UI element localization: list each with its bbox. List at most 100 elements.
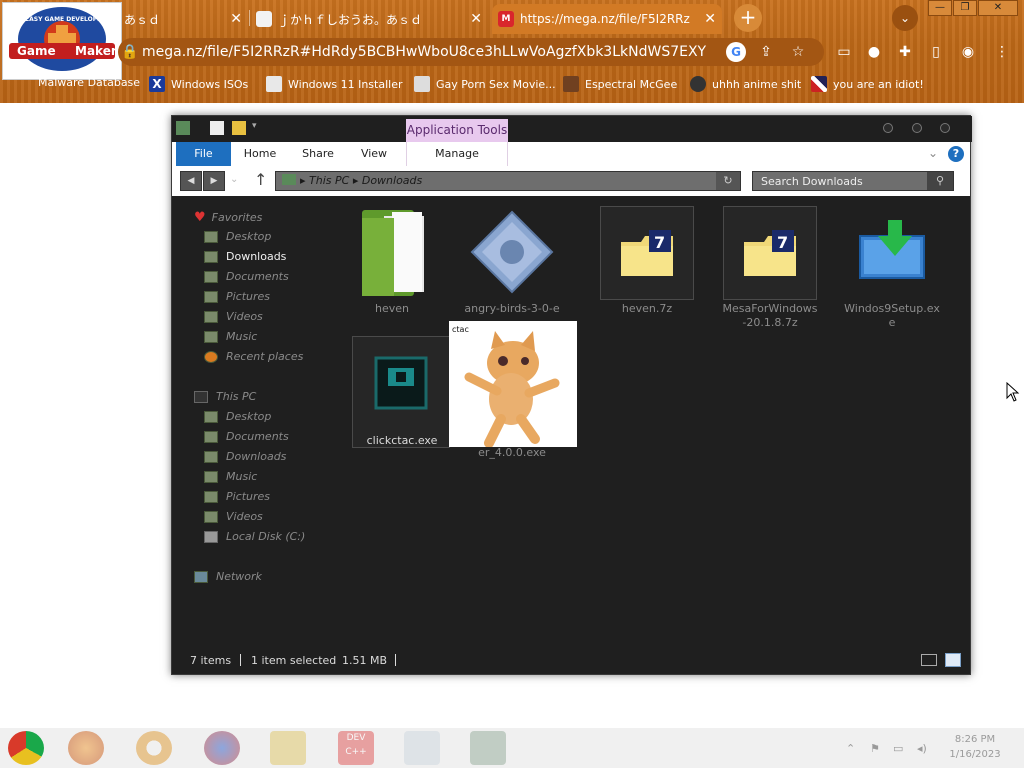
forward-button[interactable]: ▶ xyxy=(203,171,225,191)
lock-icon[interactable]: 🔒 xyxy=(120,42,140,62)
chevron-down-icon[interactable]: ⌄ xyxy=(928,146,938,160)
properties-icon[interactable] xyxy=(210,121,224,135)
bookmark-windows-11-installer[interactable]: Windows 11 Installer xyxy=(266,76,403,92)
dev-cpp-taskbar-icon[interactable]: DEV C++ xyxy=(338,731,374,765)
start-button[interactable] xyxy=(8,731,44,765)
details-view-icon[interactable] xyxy=(921,654,937,666)
file-item-windos9setup[interactable]: Windos9Setup.exe xyxy=(844,208,940,330)
tab-search-button[interactable]: ⌄ xyxy=(892,5,918,31)
dropdown-icon[interactable]: ▾ xyxy=(252,121,266,135)
tab-view[interactable]: View xyxy=(356,142,392,166)
bookmark-movie[interactable]: Gay Porn Sex Movie... xyxy=(414,76,556,92)
star-icon[interactable]: ☆ xyxy=(788,42,808,62)
bookmark-espectral-mcgee[interactable]: Espectral McGee xyxy=(563,76,677,92)
tab-2[interactable]: ｊかｈｆしおうお。あｓｄ ✕ xyxy=(256,4,488,34)
nav-pc-pictures[interactable]: Pictures xyxy=(204,490,270,503)
nav-fav-recent-places[interactable]: Recent places xyxy=(204,350,303,363)
nav-fav-pictures[interactable]: Pictures xyxy=(204,290,270,303)
profile-icon[interactable]: ◉ xyxy=(958,42,978,62)
breadcrumb: ▸ This PC ▸ Downloads xyxy=(282,174,422,187)
bookmark-windows-isos[interactable]: X Windows ISOs xyxy=(149,76,248,92)
nav-pc-music[interactable]: Music xyxy=(204,470,257,483)
bookmark-anime[interactable]: uhhh anime shit xyxy=(690,76,801,92)
close-window-button[interactable]: ✕ xyxy=(978,0,1018,16)
nav-fav-documents[interactable]: Documents xyxy=(204,270,289,283)
nav-fav-music[interactable]: Music xyxy=(204,330,257,343)
recent-locations-icon[interactable]: ⌄ xyxy=(230,174,238,185)
network-tray-icon[interactable]: ▭ xyxy=(893,742,903,755)
videos-icon xyxy=(204,310,218,323)
tab-manage[interactable]: Manage xyxy=(406,142,508,166)
bookmark-malware-database[interactable]: Malware Database xyxy=(38,76,140,89)
new-tab-button[interactable]: + xyxy=(734,4,762,32)
nav-network[interactable]: Network xyxy=(194,570,262,583)
close-icon[interactable]: ✕ xyxy=(470,11,482,27)
minimize-button[interactable] xyxy=(883,123,893,133)
firefox-taskbar-icon[interactable] xyxy=(68,731,104,765)
nav-pc-desktop[interactable]: Desktop xyxy=(204,410,271,423)
nav-favorites[interactable]: ♥ Favorites xyxy=(194,210,262,225)
breadcrumb-this-pc[interactable]: This PC xyxy=(309,174,349,187)
tab-3-active[interactable]: M https://mega.nz/file/F5I2RRzR# ✕ xyxy=(492,4,722,34)
search-input[interactable] xyxy=(753,172,923,190)
google-icon[interactable]: G xyxy=(726,42,746,62)
mouse-cursor-icon xyxy=(1006,382,1020,402)
tab-file[interactable]: File xyxy=(176,142,231,166)
site-icon xyxy=(414,76,430,92)
nav-pc-videos[interactable]: Videos xyxy=(204,510,263,523)
window-taskbar-icon[interactable] xyxy=(404,731,440,765)
nav-fav-downloads[interactable]: Downloads xyxy=(204,250,286,263)
nav-this-pc[interactable]: This PC xyxy=(194,390,256,403)
address-text[interactable]: mega.nz/file/F5I2RRzR#HdRdy5BCBHwWboU8ce… xyxy=(142,44,706,60)
chevron-up-icon[interactable]: ⌃ xyxy=(846,742,855,755)
new-folder-icon[interactable] xyxy=(232,121,246,135)
share-icon[interactable]: ⇪ xyxy=(756,42,776,62)
tab-share[interactable]: Share xyxy=(296,142,340,166)
file-item-heven-7z[interactable]: 7 heven.7z xyxy=(599,208,695,316)
back-button[interactable]: ◀ xyxy=(180,171,202,191)
nav-pc-local-disk[interactable]: Local Disk (C:) xyxy=(204,530,305,543)
path-bar[interactable]: ▸ This PC ▸ Downloads ↻ xyxy=(275,171,741,191)
tab-home[interactable]: Home xyxy=(240,142,280,166)
file-item-heven[interactable]: heven xyxy=(344,208,440,316)
x-icon: X xyxy=(149,76,165,92)
maximize-button[interactable] xyxy=(912,123,922,133)
minimize-button[interactable]: — xyxy=(928,0,952,16)
nav-fav-desktop[interactable]: Desktop xyxy=(204,230,271,243)
nav-pc-downloads[interactable]: Downloads xyxy=(204,450,286,463)
file-item-clickctac[interactable]: clickctac.exe xyxy=(354,340,450,448)
file-explorer-window: ▾ Application Tools File Home Share View… xyxy=(171,115,972,675)
app-taskbar-icon[interactable] xyxy=(204,731,240,765)
search-box[interactable]: ⚲ xyxy=(752,171,954,191)
refresh-icon[interactable]: ↻ xyxy=(716,172,740,190)
close-icon[interactable]: ✕ xyxy=(230,11,242,27)
close-button[interactable] xyxy=(940,123,950,133)
close-icon[interactable]: ✕ xyxy=(704,11,716,27)
avatar-extension-icon[interactable]: ● xyxy=(864,42,884,62)
dancing-cat-popup[interactable]: ctac xyxy=(449,321,577,448)
nav-fav-videos[interactable]: Videos xyxy=(204,310,263,323)
file-explorer-taskbar-icon[interactable] xyxy=(270,731,306,765)
nav-pc-documents[interactable]: Documents xyxy=(204,430,289,443)
puzzle-icon[interactable]: ✚ xyxy=(895,42,915,62)
up-arrow-icon[interactable]: ↑ xyxy=(254,170,267,189)
chrome-taskbar-icon[interactable] xyxy=(136,731,172,765)
app2-taskbar-icon[interactable] xyxy=(470,731,506,765)
volume-icon[interactable]: ◂) xyxy=(917,742,927,755)
breadcrumb-downloads[interactable]: Downloads xyxy=(362,174,422,187)
sidebar-icon[interactable]: ▯ xyxy=(926,42,946,62)
flag-extension-icon[interactable]: ▭ xyxy=(834,42,854,62)
search-icon[interactable]: ⚲ xyxy=(927,172,953,190)
file-item-mesa[interactable]: 7 MesaForWindows-20.1.8.7z xyxy=(722,208,818,330)
address-bar[interactable]: 🔒 mega.nz/file/F5I2RRzR#HdRdy5BCBHwWboU8… xyxy=(118,38,824,66)
maximize-button[interactable]: ❐ xyxy=(953,0,977,16)
help-icon[interactable]: ? xyxy=(948,146,964,162)
large-icons-view-icon[interactable] xyxy=(945,653,961,667)
clock[interactable]: 8:26 PM 1/16/2023 xyxy=(946,732,1004,762)
flag-icon[interactable]: ⚑ xyxy=(870,742,880,755)
tab-1[interactable]: あｓｄ ✕ xyxy=(124,4,248,34)
menu-icon[interactable]: ⋮ xyxy=(992,42,1012,62)
bookmark-you-are-an-idiot[interactable]: you are an idiot! xyxy=(811,76,924,92)
downloads-icon xyxy=(204,250,218,263)
file-item-angry-birds[interactable]: angry-birds-3-0-e xyxy=(464,208,560,316)
